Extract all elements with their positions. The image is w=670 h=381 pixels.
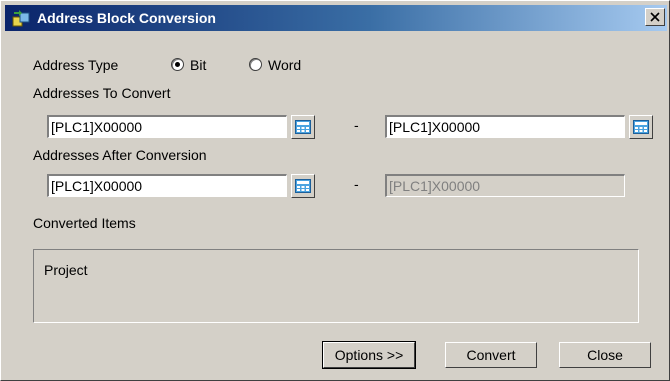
bit-radio[interactable] <box>171 58 184 71</box>
converted-items-list[interactable]: Project <box>33 249 639 323</box>
range-separator: - <box>354 117 359 133</box>
address-conversion-icon <box>11 9 33 29</box>
close-icon <box>650 12 660 22</box>
word-radio-label[interactable]: Word <box>268 57 301 73</box>
keypad-icon <box>295 120 311 134</box>
convert-start-address-input[interactable]: [PLC1]X00000 <box>47 115 287 138</box>
converted-end-address-field: [PLC1]X00000 <box>385 174 625 197</box>
list-item[interactable]: Project <box>44 262 88 278</box>
converted-items-label: Converted Items <box>33 215 136 231</box>
converted-start-address-input[interactable]: [PLC1]X00000 <box>47 174 287 197</box>
convert-start-picker-button[interactable] <box>291 115 315 139</box>
address-type-label: Address Type <box>33 57 119 73</box>
word-radio[interactable] <box>249 58 262 71</box>
close-window-button[interactable] <box>645 8 665 26</box>
address-block-conversion-dialog: Address Block Conversion Address Type Bi… <box>0 0 670 381</box>
convert-end-address-input[interactable]: [PLC1]X00000 <box>385 115 625 138</box>
addresses-to-convert-label: Addresses To Convert <box>33 85 171 101</box>
convert-end-picker-button[interactable] <box>629 115 653 139</box>
range-separator: - <box>354 176 359 192</box>
addresses-after-conversion-label: Addresses After Conversion <box>33 147 207 163</box>
close-button[interactable]: Close <box>559 342 651 368</box>
keypad-icon <box>295 179 311 193</box>
radio-selected-dot <box>175 62 180 67</box>
title-bar[interactable]: Address Block Conversion <box>5 5 667 31</box>
options-button[interactable]: Options >> <box>322 341 416 369</box>
window-title: Address Block Conversion <box>37 10 216 26</box>
converted-start-picker-button[interactable] <box>291 174 315 198</box>
keypad-icon <box>633 120 649 134</box>
convert-button[interactable]: Convert <box>445 342 537 368</box>
bit-radio-label[interactable]: Bit <box>190 57 206 73</box>
